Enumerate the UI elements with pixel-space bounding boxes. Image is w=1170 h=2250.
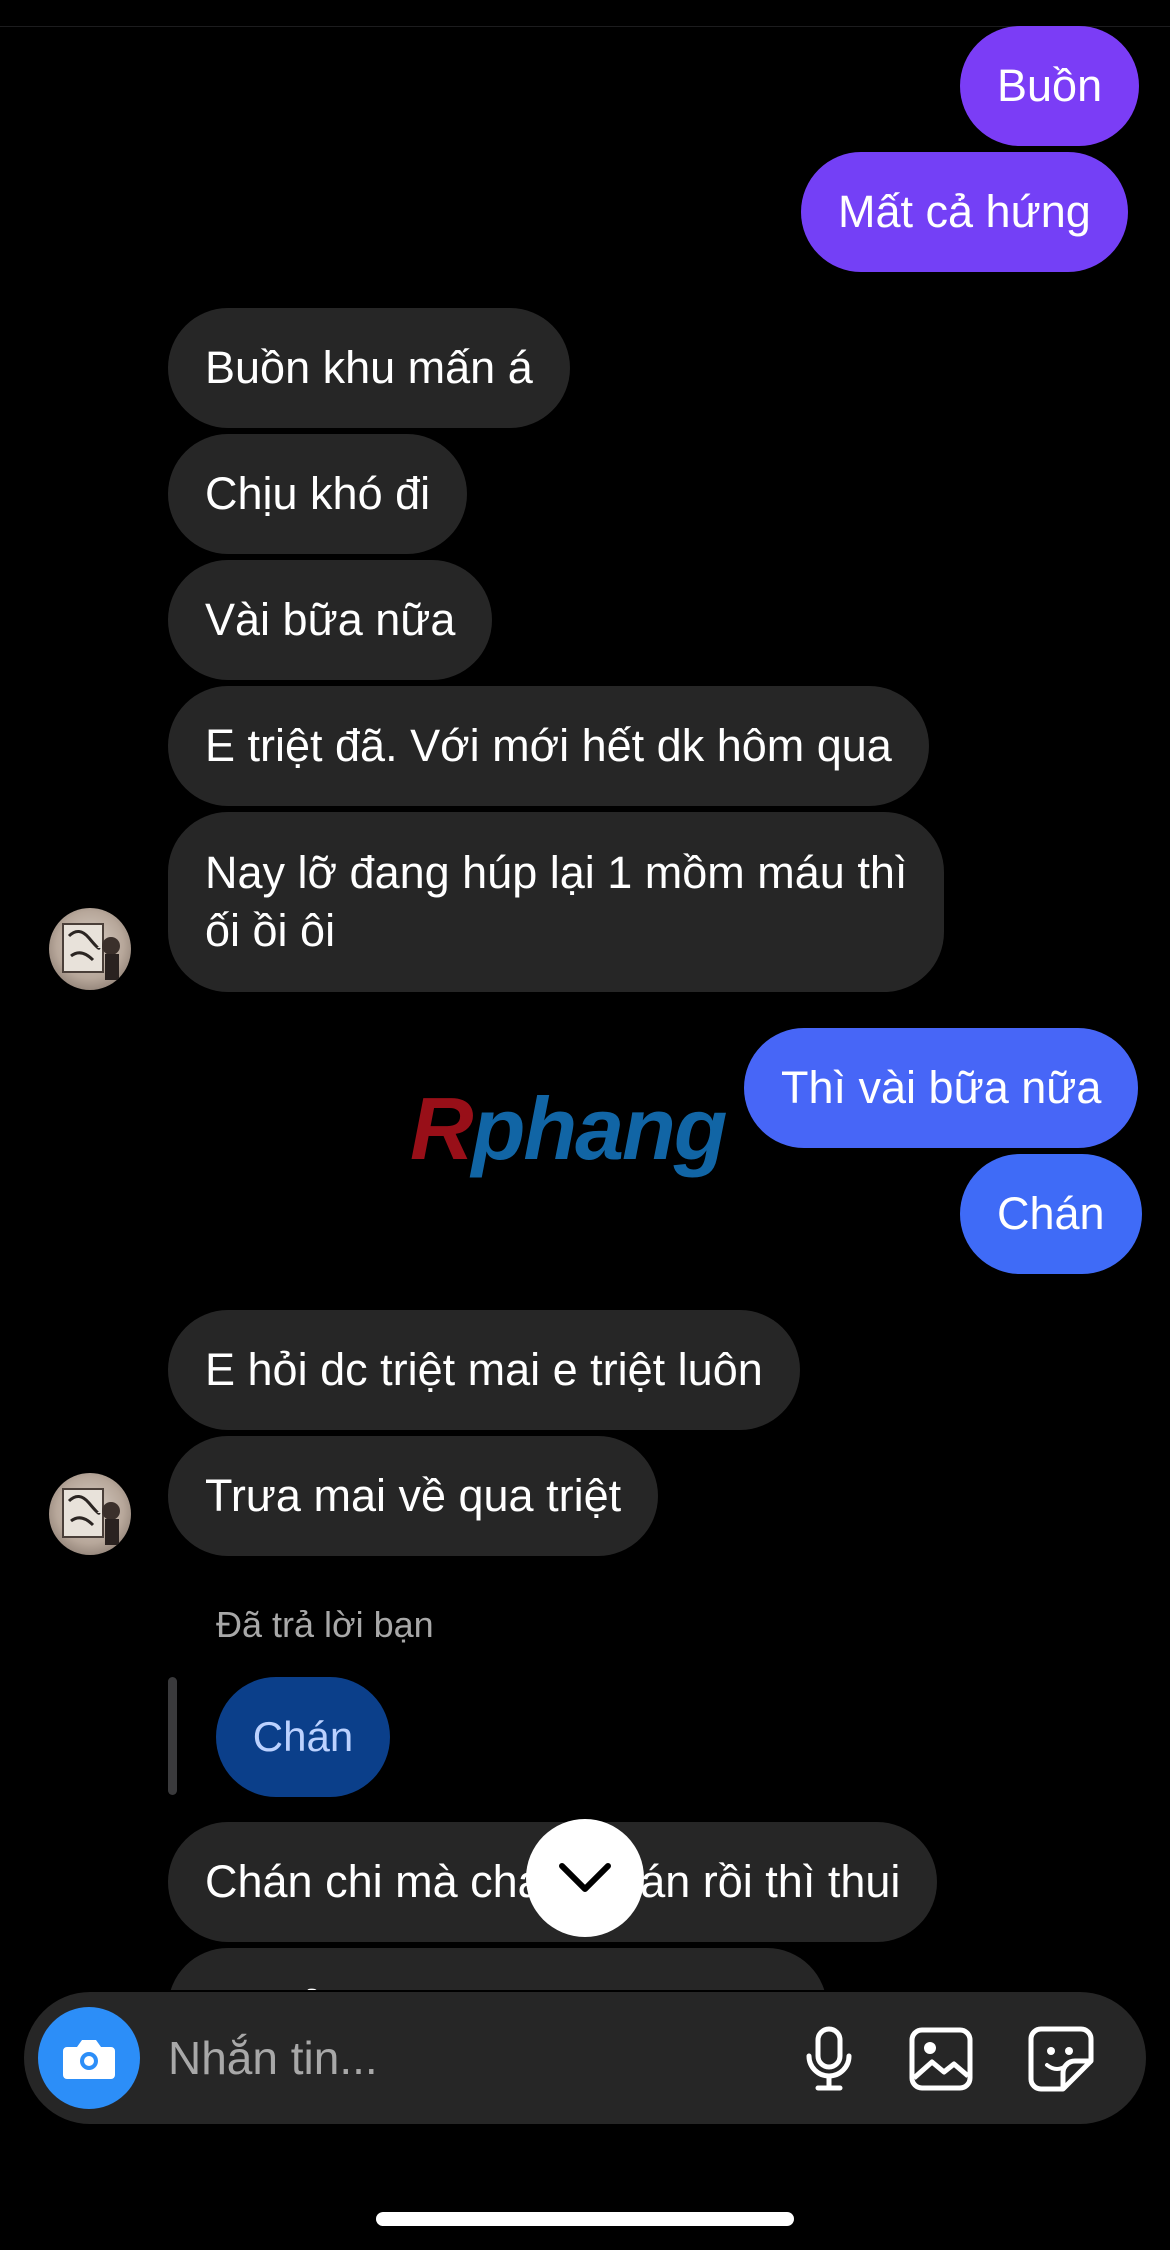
avatar-image [62,1488,120,1545]
quoted-message[interactable]: Chán [216,1677,390,1797]
avatar-image [62,923,120,980]
incoming-message[interactable]: Chịu khó đi [168,434,468,554]
reply-context-label: Đã trả lời bạn [216,1604,434,1645]
microphone-icon [806,2026,852,2091]
incoming-message[interactable]: E hỏi dc triệt mai e triệt luôn [168,1310,800,1430]
camera-icon [63,2040,115,2079]
outgoing-message[interactable]: Mất cả hứng [801,152,1128,272]
contact-avatar[interactable] [49,908,131,990]
incoming-message[interactable]: Vài bữa nữa [168,560,493,680]
scroll-to-bottom-button[interactable] [526,1819,644,1937]
incoming-message[interactable]: E triệt đã. Với mới hết dk hôm qua [168,686,929,806]
incoming-message[interactable]: Trưa mai về qua triệt [168,1436,659,1556]
camera-button[interactable] [38,2007,140,2109]
incoming-message[interactable]: Nay lỡ đang húp lại 1 mồm máu thì ối ồi … [168,812,945,992]
message-composer [24,1992,1146,2124]
chevron-down-icon [559,1863,611,1892]
outgoing-message[interactable]: Thì vài bữa nữa [744,1028,1139,1148]
home-indicator[interactable] [376,2212,794,2226]
message-thread[interactable]: Buồn Mất cả hứng Buồn khu mấn á Chịu khó… [0,0,1170,1990]
contact-avatar[interactable] [49,1473,131,1555]
sticker-button[interactable] [1024,2022,1098,2096]
sticker-icon [1028,2026,1094,2092]
reply-indicator-bar [168,1677,177,1795]
image-icon [909,2027,973,2091]
microphone-button[interactable] [792,2022,866,2096]
incoming-message-partial[interactable]: Đã hỏi dc triệt mai e triệt luôn [168,1948,828,1990]
outgoing-message[interactable]: Chán [960,1154,1142,1274]
watermark-logo: Rphang [410,1079,728,1178]
incoming-message[interactable]: Buồn khu mấn á [168,308,570,428]
gallery-button[interactable] [904,2022,978,2096]
message-input[interactable] [168,2026,788,2090]
outgoing-message[interactable]: Buồn [960,26,1140,146]
